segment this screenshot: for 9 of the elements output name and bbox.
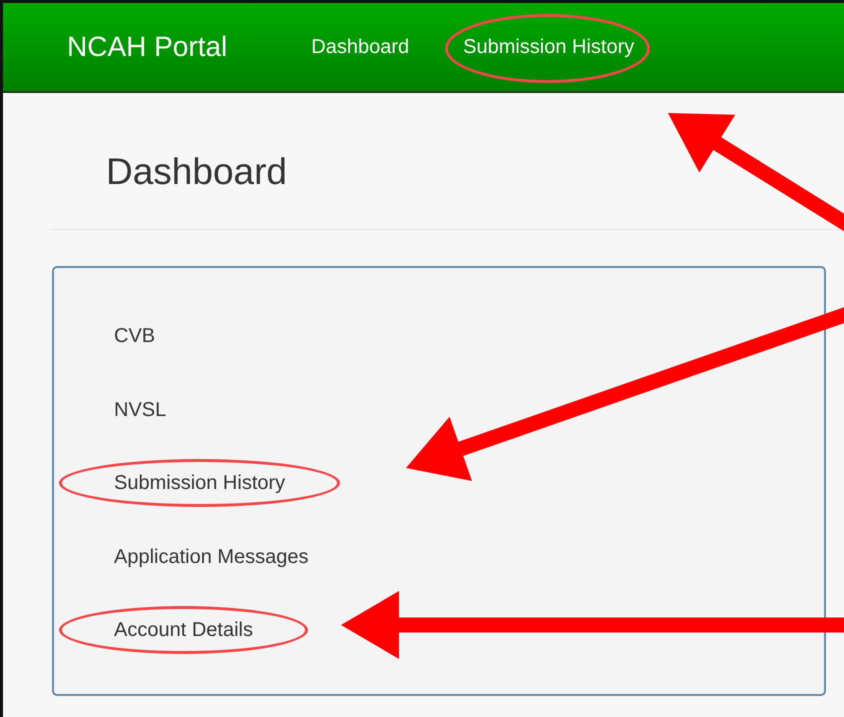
panel-link[interactable]: Application Messages: [114, 544, 309, 568]
page-title: Dashboard: [106, 150, 288, 194]
panel-link[interactable]: Submission History: [114, 471, 286, 495]
nav-link[interactable]: Dashboard: [311, 36, 410, 58]
brand-link[interactable]: NCAH Portal: [67, 31, 228, 63]
nav-link[interactable]: Submission History: [463, 36, 634, 58]
panel-link[interactable]: CVB: [114, 324, 156, 348]
panel-link[interactable]: NVSL: [114, 398, 166, 422]
panel-link[interactable]: Account Details: [114, 618, 253, 642]
